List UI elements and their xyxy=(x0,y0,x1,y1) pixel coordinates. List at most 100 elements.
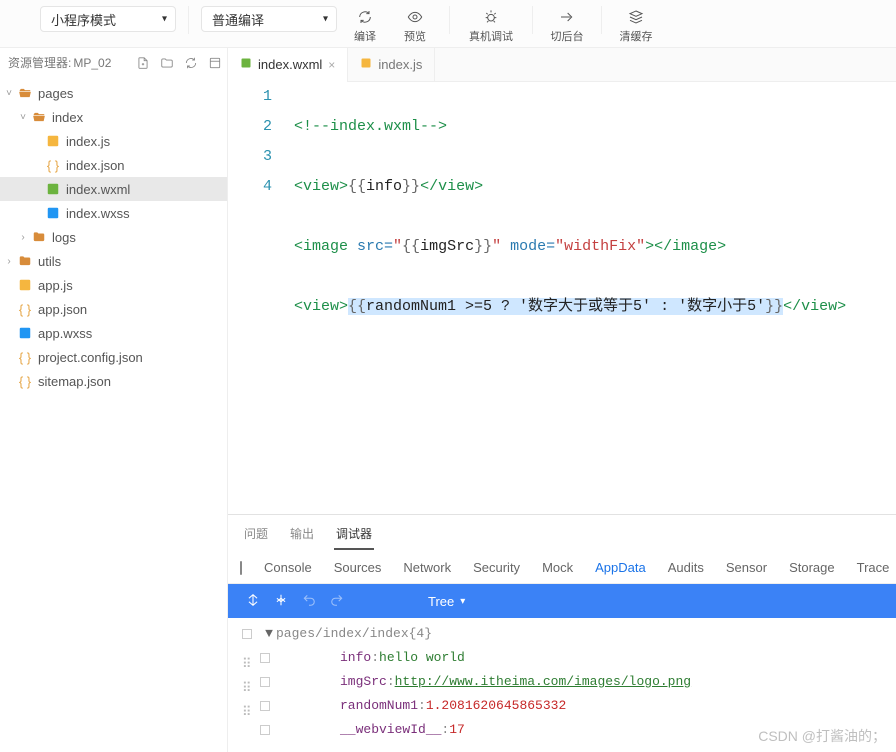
compile-select[interactable]: 普通编译 ▾ xyxy=(201,6,337,32)
tree-node-app-js[interactable]: app.js xyxy=(0,273,227,297)
tab-debugger[interactable]: 调试器 xyxy=(334,521,374,550)
tree-node-app-wxss[interactable]: app.wxss xyxy=(0,321,227,345)
json-file-icon: { } xyxy=(16,374,34,389)
tree-node-index-js[interactable]: index.js xyxy=(0,129,227,153)
data-tree-item-info[interactable]: ⠿ info : hello world xyxy=(228,646,896,670)
tree-node-sitemap[interactable]: { } sitemap.json xyxy=(0,369,227,393)
code-l3-q1: " xyxy=(393,238,402,255)
compile-button[interactable]: 编译 xyxy=(343,4,387,48)
data-tree-item-imgsrc[interactable]: ⠿ imgSrc : http://www.itheima.com/images… xyxy=(228,670,896,694)
code-l2-close: </view> xyxy=(420,178,483,195)
mode-select[interactable]: 小程序模式 ▾ xyxy=(40,6,176,32)
refresh-icon[interactable] xyxy=(183,55,199,71)
row-toggle-box[interactable] xyxy=(260,653,270,663)
data-value: 1.2081620645865332 xyxy=(426,694,566,718)
view-mode-tree[interactable]: Tree ▾ xyxy=(428,594,465,609)
eye-icon xyxy=(407,8,423,26)
undo-icon[interactable] xyxy=(302,593,316,610)
device-select-icon[interactable] xyxy=(240,561,242,575)
tree-label: sitemap.json xyxy=(38,374,111,389)
data-key: __webviewId__ xyxy=(340,718,441,742)
chevron-down-icon: ˅ xyxy=(16,112,30,123)
appdata-tree: ▼ pages/index/index {4} ⠿ info : hello w… xyxy=(228,618,896,752)
tree-label: project.config.json xyxy=(38,350,143,365)
tab-output[interactable]: 输出 xyxy=(288,521,316,550)
folder-open-icon xyxy=(16,86,34,100)
sidebar-title-prefix: 资源管理器: xyxy=(8,54,71,71)
devtab-storage[interactable]: Storage xyxy=(789,560,835,575)
devtab-security[interactable]: Security xyxy=(473,560,520,575)
editor-tabs: index.wxml × index.js xyxy=(228,48,896,82)
tree-label: index.json xyxy=(66,158,125,173)
drag-handle-icon: ⠿ xyxy=(242,701,252,711)
drag-handle-icon xyxy=(242,725,252,735)
row-toggle-box[interactable] xyxy=(260,677,270,687)
devtab-mock[interactable]: Mock xyxy=(542,560,573,575)
tree-node-index-json[interactable]: { } index.json xyxy=(0,153,227,177)
code-l3-tag: <image xyxy=(294,238,348,255)
collapse-all-icon[interactable] xyxy=(274,593,288,610)
expand-all-icon[interactable] xyxy=(246,593,260,610)
tab-label: index.wxml xyxy=(258,57,322,72)
tree-node-index-wxml[interactable]: index.wxml xyxy=(0,177,227,201)
tree-node-app-json[interactable]: { } app.json xyxy=(0,297,227,321)
data-key: randomNum1 xyxy=(340,694,418,718)
gutter: 1 2 3 4 xyxy=(228,82,284,514)
close-icon[interactable]: × xyxy=(328,58,335,72)
sidebar-header: 资源管理器: MP_02 xyxy=(0,48,227,77)
new-folder-icon[interactable] xyxy=(159,55,175,71)
chevron-down-icon: ▾ xyxy=(162,14,167,25)
devtab-sensor[interactable]: Sensor xyxy=(726,560,767,575)
row-toggle-box[interactable] xyxy=(260,701,270,711)
clear-cache-button[interactable]: 清缓存 xyxy=(614,4,658,48)
data-tree-item-random[interactable]: ⠿ randomNum1 : 1.2081620645865332 xyxy=(228,694,896,718)
devtab-network[interactable]: Network xyxy=(403,560,451,575)
bug-icon xyxy=(483,8,499,26)
tree-node-index-wxss[interactable]: index.wxss xyxy=(0,201,227,225)
row-toggle-box[interactable] xyxy=(242,629,252,639)
devtab-appdata[interactable]: AppData xyxy=(595,560,646,575)
tree-node-logs[interactable]: › logs xyxy=(0,225,227,249)
drag-handle-icon: ⠿ xyxy=(242,653,252,663)
tree-label: index.js xyxy=(66,134,110,149)
code-l3-attr2: mode= xyxy=(501,238,555,255)
tab-label: index.js xyxy=(378,57,422,72)
js-file-icon xyxy=(360,57,372,72)
exit-icon xyxy=(559,8,575,26)
wxss-file-icon xyxy=(44,206,62,220)
js-file-icon xyxy=(16,278,34,292)
cut-background-button[interactable]: 切后台 xyxy=(545,4,589,48)
tab-index-js[interactable]: index.js xyxy=(348,48,435,82)
js-file-icon xyxy=(44,134,62,148)
tab-problems[interactable]: 问题 xyxy=(242,521,270,550)
row-toggle-box[interactable] xyxy=(260,725,270,735)
code-l3-q2: " xyxy=(492,238,501,255)
data-value: 17 xyxy=(449,718,465,742)
devtab-trace[interactable]: Trace xyxy=(857,560,890,575)
data-tree-root[interactable]: ▼ pages/index/index {4} xyxy=(228,622,896,646)
tab-index-wxml[interactable]: index.wxml × xyxy=(228,48,348,82)
tree-node-project-config[interactable]: { } project.config.json xyxy=(0,345,227,369)
devtab-sources[interactable]: Sources xyxy=(334,560,382,575)
data-value: hello world xyxy=(379,646,465,670)
devtab-console[interactable]: Console xyxy=(264,560,312,575)
devtab-audits[interactable]: Audits xyxy=(668,560,704,575)
new-file-icon[interactable] xyxy=(135,55,151,71)
refresh-icon xyxy=(357,8,373,26)
code-editor[interactable]: 1 2 3 4 <!--index.wxml--> <view>{{info}}… xyxy=(228,82,896,514)
tree-node-utils[interactable]: › utils xyxy=(0,249,227,273)
preview-button[interactable]: 预览 xyxy=(393,4,437,48)
sidebar-project-name: MP_02 xyxy=(73,56,111,70)
remote-debug-button[interactable]: 真机调试 xyxy=(462,4,520,48)
data-tree-item-webview[interactable]: __webviewId__ : 17 xyxy=(228,718,896,742)
drag-handle-icon: ⠿ xyxy=(242,677,252,687)
collapse-icon[interactable] xyxy=(207,55,223,71)
colon: : xyxy=(371,646,379,670)
redo-icon[interactable] xyxy=(330,593,344,610)
code-l3-c2: </image> xyxy=(654,238,726,255)
tree-label: logs xyxy=(52,230,76,245)
file-tree: ˅ pages ˅ index index.js { } index.json … xyxy=(0,77,227,397)
tree-node-index-folder[interactable]: ˅ index xyxy=(0,105,227,129)
tree-node-pages[interactable]: ˅ pages xyxy=(0,81,227,105)
data-key: info xyxy=(340,646,371,670)
